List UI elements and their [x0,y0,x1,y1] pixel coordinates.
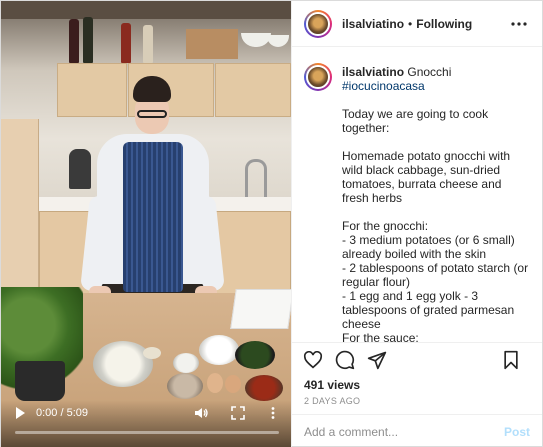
share-icon[interactable] [366,349,388,371]
post-date[interactable]: 2 DAYS AGO [292,394,542,408]
hashtag-link[interactable]: #iocucinoacasa [342,79,425,93]
caption-scroll-area[interactable]: ilsalviatino Gnocchi #iocucinoacasa Toda… [292,47,542,342]
fullscreen-icon[interactable] [231,406,245,420]
video-player[interactable]: 0:00 / 5:09 [1,1,291,447]
comment-icon[interactable] [334,349,356,371]
header-username[interactable]: ilsalviatino [342,17,404,31]
more-horizontal-icon[interactable] [510,15,528,33]
avatar[interactable] [304,9,332,38]
caption-text: Today we are going to cook together: Hom… [342,107,529,342]
caption-body: ilsalviatino Gnocchi #iocucinoacasa Toda… [342,65,530,342]
video-time: 0:00 / 5:09 [36,407,88,419]
instagram-post: 0:00 / 5:09 ilsalviatino • Following ils… [0,0,543,447]
play-icon[interactable] [13,406,27,420]
post-sidebar: ilsalviatino • Following ilsalviatino Gn… [291,1,542,447]
caption: ilsalviatino Gnocchi #iocucinoacasa Toda… [304,63,530,342]
post-header: ilsalviatino • Following [292,1,542,47]
comment-bar: Post [292,414,542,447]
view-count[interactable]: 491 views [292,376,542,394]
comment-input[interactable] [304,424,504,439]
separator-dot: • [408,16,413,31]
chef-figure [80,76,233,326]
heart-icon[interactable] [302,349,324,371]
volume-icon[interactable] [194,406,208,420]
caption-avatar[interactable] [304,63,332,91]
post-button[interactable]: Post [504,425,530,439]
following-button[interactable]: Following [416,17,472,31]
caption-title: Gnocchi [407,65,452,79]
video-frame [1,1,291,447]
action-bar [292,342,542,376]
bookmark-icon[interactable] [500,349,522,371]
video-progress-bar[interactable] [15,431,279,434]
caption-username[interactable]: ilsalviatino [342,65,404,79]
more-vertical-icon[interactable] [266,406,280,420]
